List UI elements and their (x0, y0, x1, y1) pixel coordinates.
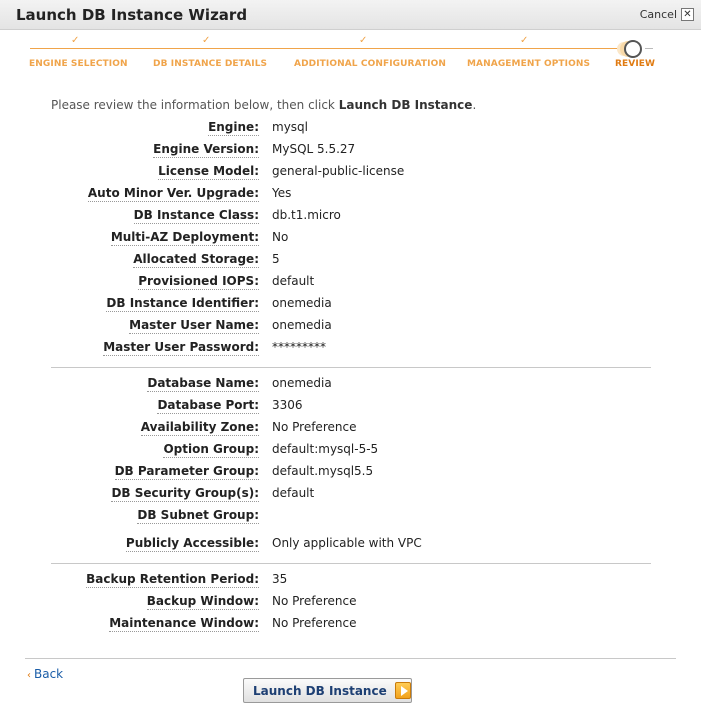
field-value: No Preference (272, 420, 357, 434)
field-label: DB Parameter Group: (114, 464, 259, 480)
field-value: No Preference (272, 594, 357, 608)
step-complete-check-icon: ✓ (520, 35, 529, 46)
field-label: DB Instance Class: (133, 208, 259, 224)
field-value: default:mysql-5-5 (272, 442, 379, 456)
field-value: No (272, 230, 289, 244)
field-label: Master User Password: (103, 340, 259, 356)
field-label: Master User Name: (129, 318, 259, 334)
field-label: Availability Zone: (140, 420, 259, 436)
step-management-options: MANAGEMENT OPTIONS (467, 59, 591, 69)
review-row-allocated-storage: Allocated Storage: 5 (0, 252, 701, 270)
current-step-ring-icon (624, 40, 642, 58)
step-review: REVIEW (615, 59, 656, 69)
field-label: DB Instance Identifier: (106, 296, 259, 312)
step-complete-check-icon: ✓ (71, 35, 80, 46)
launch-db-instance-button[interactable]: Launch DB Instance (243, 678, 412, 703)
field-label: Engine: (208, 120, 259, 136)
close-icon[interactable]: ✕ (681, 8, 694, 21)
field-label: License Model: (158, 164, 259, 180)
field-label: Backup Window: (146, 594, 259, 610)
field-value: db.t1.micro (272, 208, 341, 222)
review-row-publicly-accessible: Publicly Accessible: Only applicable with… (0, 536, 701, 554)
footer-divider (25, 658, 676, 659)
field-value: MySQL 5.5.27 (272, 142, 356, 156)
review-row-instance-identifier: DB Instance Identifier: onemedia (0, 296, 701, 314)
field-value: onemedia (272, 318, 332, 332)
field-label: Auto Minor Ver. Upgrade: (87, 186, 259, 202)
launch-button-label: Launch DB Instance (253, 683, 387, 698)
field-label: Provisioned IOPS: (138, 274, 259, 290)
field-label: Option Group: (163, 442, 259, 458)
field-label: Publicly Accessible: (125, 536, 259, 552)
field-value: onemedia (272, 376, 332, 390)
section-divider (51, 367, 651, 368)
field-value: ********* (272, 340, 326, 354)
review-row-backup-retention: Backup Retention Period: 35 (0, 572, 701, 590)
field-label: Backup Retention Period: (86, 572, 259, 588)
field-label: DB Subnet Group: (137, 508, 259, 524)
back-link[interactable]: ‹ Back (27, 667, 63, 681)
intro-suffix: . (472, 98, 477, 112)
field-value: default (272, 486, 315, 500)
review-row-option-group: Option Group: default:mysql-5-5 (0, 442, 701, 460)
review-row-engine-version: Engine Version: MySQL 5.5.27 (0, 142, 701, 160)
field-value: Yes (272, 186, 292, 200)
review-row-multi-az: Multi-AZ Deployment: No (0, 230, 701, 248)
review-row-parameter-group: DB Parameter Group: default.mysql5.5 (0, 464, 701, 482)
cancel-control: Cancel ✕ (640, 8, 694, 21)
back-link-label: Back (34, 667, 64, 681)
review-row-master-user-name: Master User Name: onemedia (0, 318, 701, 336)
step-additional-configuration: ADDITIONAL CONFIGURATION (294, 59, 447, 69)
field-value: general-public-license (272, 164, 405, 178)
field-label: DB Security Group(s): (111, 486, 259, 502)
review-row-backup-window: Backup Window: No Preference (0, 594, 701, 612)
wizard-title: Launch DB Instance Wizard (16, 6, 248, 24)
step-complete-check-icon: ✓ (359, 35, 368, 46)
field-value: 3306 (272, 398, 303, 412)
review-row-subnet-group: DB Subnet Group: (0, 508, 701, 526)
wizard-header: Launch DB Instance Wizard Cancel ✕ (0, 0, 701, 30)
wizard-progress: ✓ ✓ ✓ ✓ ENGINE SELECTION DB INSTANCE DET… (0, 30, 701, 80)
field-value: Only applicable with VPC (272, 536, 422, 550)
field-label: Multi-AZ Deployment: (110, 230, 259, 246)
review-row-license-model: License Model: general-public-license (0, 164, 701, 182)
review-row-database-name: Database Name: onemedia (0, 376, 701, 394)
review-row-database-port: Database Port: 3306 (0, 398, 701, 416)
field-label: Engine Version: (153, 142, 259, 158)
field-value: default (272, 274, 315, 288)
step-db-instance-details: DB INSTANCE DETAILS (153, 59, 268, 69)
review-row-maintenance-window: Maintenance Window: No Preference (0, 616, 701, 634)
field-value: 35 (272, 572, 288, 586)
field-label: Database Name: (147, 376, 259, 392)
chevron-left-icon: ‹ (27, 670, 31, 681)
step-engine-selection: ENGINE SELECTION (29, 59, 128, 69)
field-label: Database Port: (157, 398, 259, 414)
cancel-link[interactable]: Cancel (640, 8, 677, 21)
field-value: default.mysql5.5 (272, 464, 374, 478)
field-label: Maintenance Window: (109, 616, 259, 632)
review-row-auto-minor-upgrade: Auto Minor Ver. Upgrade: Yes (0, 186, 701, 204)
step-complete-check-icon: ✓ (202, 35, 211, 46)
field-value: No Preference (272, 616, 357, 630)
play-arrow-icon (394, 682, 411, 699)
field-value: 5 (272, 252, 280, 266)
field-label: Allocated Storage: (133, 252, 259, 268)
field-value: onemedia (272, 296, 332, 310)
review-row-master-user-password: Master User Password: ********* (0, 340, 701, 358)
review-row-engine: Engine: mysql (0, 120, 701, 138)
review-row-availability-zone: Availability Zone: No Preference (0, 420, 701, 438)
review-row-provisioned-iops: Provisioned IOPS: default (0, 274, 701, 292)
review-intro: Please review the information below, the… (51, 98, 476, 112)
progress-track-end (645, 48, 653, 49)
intro-action-name: Launch DB Instance (338, 98, 473, 112)
field-value: mysql (272, 120, 308, 134)
progress-track (30, 48, 632, 49)
review-row-instance-class: DB Instance Class: db.t1.micro (0, 208, 701, 226)
review-row-security-groups: DB Security Group(s): default (0, 486, 701, 504)
intro-text: Please review the information below, the… (51, 98, 339, 112)
section-divider (51, 563, 651, 564)
